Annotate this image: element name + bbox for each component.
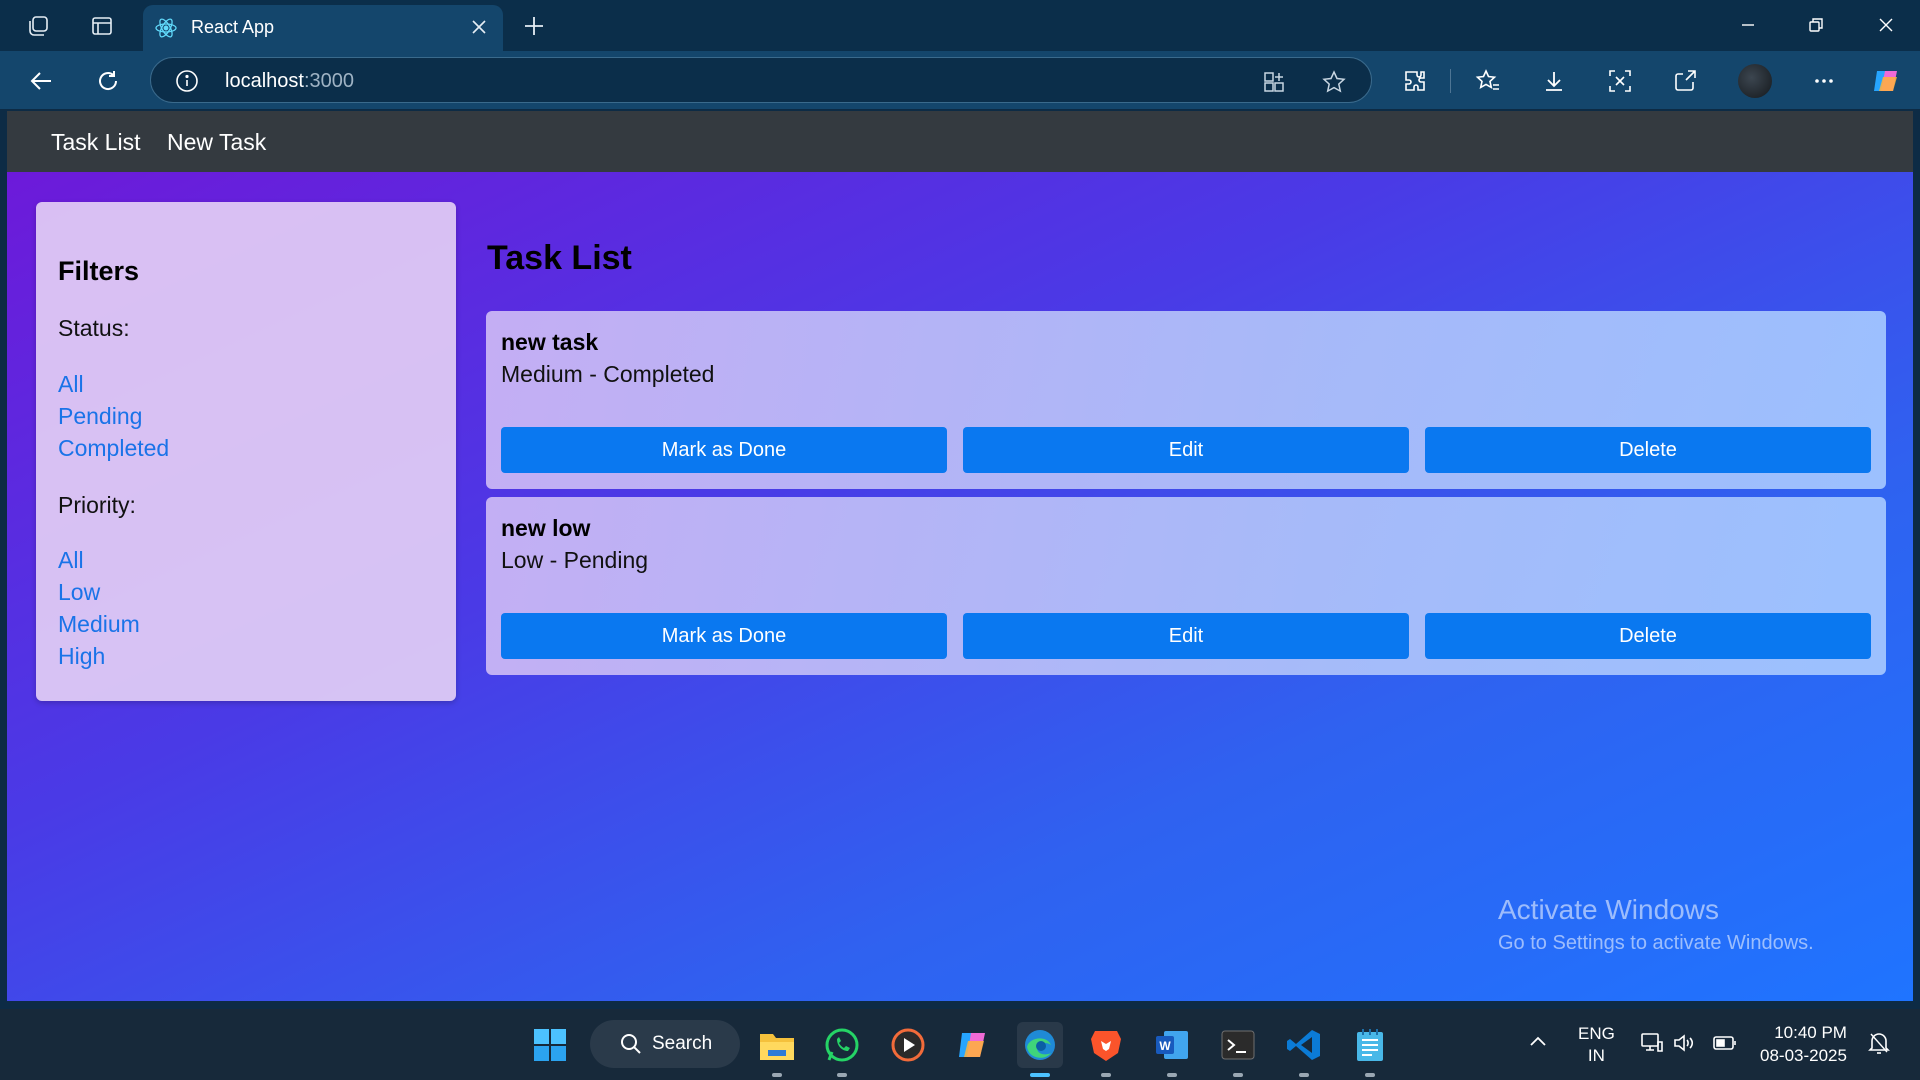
page-viewport: Task List New Task Filters Status: All P… bbox=[7, 111, 1913, 1001]
language-code: ENG bbox=[1578, 1024, 1615, 1043]
taskbar-search[interactable]: Search bbox=[590, 1020, 740, 1068]
share-icon[interactable] bbox=[1671, 66, 1701, 96]
priority-filter-low[interactable]: Low bbox=[58, 579, 100, 606]
mark-as-done-button[interactable]: Mark as Done bbox=[501, 427, 947, 473]
profile-avatar[interactable] bbox=[1738, 64, 1772, 98]
address-bar[interactable]: localhost:3000 bbox=[150, 57, 1372, 103]
app-available-icon[interactable] bbox=[1261, 69, 1287, 95]
priority-filter-high[interactable]: High bbox=[58, 643, 105, 670]
search-label: Search bbox=[652, 1033, 713, 1054]
taskbar: Search W ENG IN 10:40 PM 08-03-2025 bbox=[0, 1009, 1920, 1080]
brave-browser-icon[interactable] bbox=[1083, 1022, 1129, 1077]
tab-title: React App bbox=[191, 17, 275, 37]
tab-actions-icon[interactable] bbox=[88, 12, 116, 40]
show-hidden-icons-icon[interactable] bbox=[1528, 1032, 1548, 1057]
edit-button[interactable]: Edit bbox=[963, 427, 1409, 473]
task-name: new task bbox=[501, 329, 599, 355]
notepad-icon[interactable] bbox=[1347, 1022, 1393, 1077]
refresh-icon[interactable] bbox=[93, 66, 123, 96]
browser-toolbar: localhost:3000 bbox=[0, 51, 1920, 109]
copilot-app-icon[interactable] bbox=[951, 1022, 997, 1068]
start-button[interactable] bbox=[527, 1022, 573, 1068]
app-navbar: Task List New Task bbox=[7, 111, 1913, 172]
browser-tab-bar: React App bbox=[0, 0, 1920, 51]
status-filter-all[interactable]: All bbox=[58, 371, 84, 398]
url-text: localhost:3000 bbox=[225, 70, 354, 93]
mark-as-done-button[interactable]: Mark as Done bbox=[501, 613, 947, 659]
svg-text:W: W bbox=[1159, 1039, 1171, 1053]
copilot-icon[interactable] bbox=[1870, 64, 1904, 98]
battery-icon[interactable] bbox=[1712, 1031, 1738, 1060]
network-icon[interactable] bbox=[1640, 1031, 1664, 1060]
new-tab-icon[interactable] bbox=[520, 12, 548, 40]
search-icon bbox=[620, 1033, 642, 1055]
minimize-icon[interactable] bbox=[1728, 10, 1768, 40]
toolbar-divider bbox=[1450, 69, 1451, 93]
volume-icon[interactable] bbox=[1672, 1031, 1696, 1060]
delete-button[interactable]: Delete bbox=[1425, 613, 1871, 659]
clock-time: 10:40 PM bbox=[1774, 1023, 1847, 1042]
whatsapp-icon[interactable] bbox=[819, 1022, 865, 1077]
url-host: localhost bbox=[225, 70, 304, 92]
close-window-icon[interactable] bbox=[1866, 10, 1906, 40]
status-label: Status: bbox=[58, 315, 130, 341]
vscode-icon[interactable] bbox=[1281, 1022, 1327, 1077]
word-icon[interactable]: W bbox=[1149, 1022, 1195, 1077]
url-port: :3000 bbox=[303, 70, 354, 92]
clock[interactable]: 10:40 PM 08-03-2025 bbox=[1760, 1021, 1847, 1067]
browser-tab[interactable]: React App bbox=[143, 5, 503, 51]
react-logo-icon bbox=[155, 17, 177, 39]
terminal-icon[interactable] bbox=[1215, 1022, 1261, 1077]
task-card: new low Low - Pending Mark as Done Edit … bbox=[486, 497, 1886, 675]
nav-link-task-list[interactable]: Task List bbox=[51, 129, 140, 156]
restore-icon[interactable] bbox=[1796, 10, 1836, 40]
workspaces-icon[interactable] bbox=[24, 12, 52, 40]
media-player-icon[interactable] bbox=[885, 1022, 931, 1068]
priority-filter-medium[interactable]: Medium bbox=[58, 611, 140, 638]
filters-panel: Filters Status: All Pending Completed Pr… bbox=[36, 202, 456, 701]
site-info-icon[interactable] bbox=[175, 69, 199, 93]
language-indicator[interactable]: ENG IN bbox=[1578, 1023, 1615, 1067]
extensions-icon[interactable] bbox=[1400, 66, 1430, 96]
more-options-icon[interactable] bbox=[1809, 66, 1839, 96]
edit-button[interactable]: Edit bbox=[963, 613, 1409, 659]
favorite-star-icon[interactable] bbox=[1321, 69, 1347, 95]
file-explorer-icon[interactable] bbox=[754, 1022, 800, 1077]
clock-date: 08-03-2025 bbox=[1760, 1046, 1847, 1065]
task-card: new task Medium - Completed Mark as Done… bbox=[486, 311, 1886, 489]
screenshot-icon[interactable] bbox=[1605, 66, 1635, 96]
back-icon[interactable] bbox=[27, 66, 57, 96]
task-meta: Low - Pending bbox=[501, 547, 649, 573]
watermark-title: Activate Windows bbox=[1498, 894, 1719, 925]
priority-filter-all[interactable]: All bbox=[58, 547, 84, 574]
task-meta: Medium - Completed bbox=[501, 361, 715, 387]
activation-watermark: Activate Windows Go to Settings to activ… bbox=[1498, 894, 1814, 955]
task-name: new low bbox=[501, 515, 591, 541]
watermark-subtitle: Go to Settings to activate Windows. bbox=[1498, 932, 1814, 954]
status-filter-completed[interactable]: Completed bbox=[58, 435, 169, 462]
page-title: Task List bbox=[487, 239, 632, 277]
nav-link-new-task[interactable]: New Task bbox=[167, 129, 266, 156]
filters-title: Filters bbox=[58, 256, 140, 286]
delete-button[interactable]: Delete bbox=[1425, 427, 1871, 473]
region-code: IN bbox=[1587, 1046, 1605, 1065]
favorites-icon[interactable] bbox=[1473, 66, 1503, 96]
notifications-icon[interactable] bbox=[1867, 1030, 1891, 1061]
status-filter-pending[interactable]: Pending bbox=[58, 403, 142, 430]
priority-label: Priority: bbox=[58, 492, 136, 518]
close-tab-icon[interactable] bbox=[467, 15, 491, 39]
edge-browser-icon[interactable] bbox=[1017, 1022, 1063, 1077]
downloads-icon[interactable] bbox=[1539, 66, 1569, 96]
